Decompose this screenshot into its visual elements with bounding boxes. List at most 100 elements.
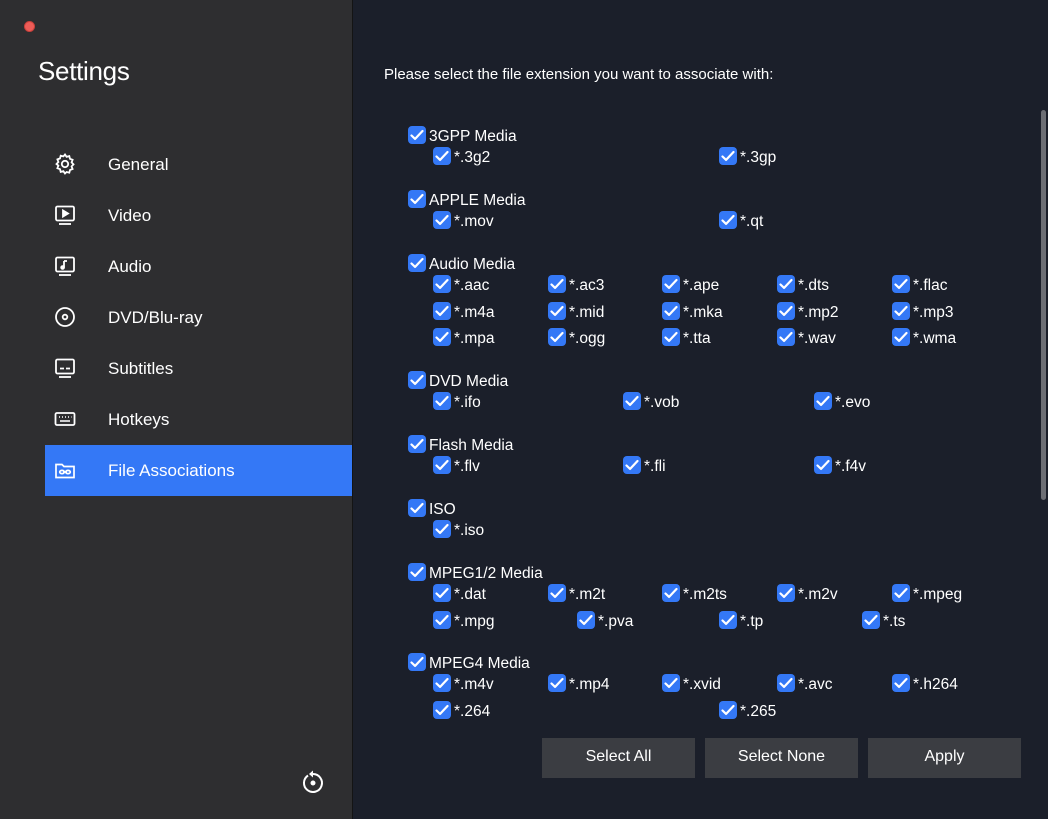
extension-label: *.mka bbox=[683, 303, 723, 321]
extension-label: *.m2ts bbox=[683, 586, 727, 603]
select-all-button[interactable]: Select All bbox=[542, 738, 695, 778]
extension-checkbox[interactable]: *.mov bbox=[433, 211, 494, 233]
extension-label: *.f4v bbox=[835, 458, 867, 475]
checkmark-icon bbox=[777, 328, 795, 347]
extension-checkbox[interactable]: *.avc bbox=[777, 674, 833, 696]
checkmark-icon bbox=[408, 126, 426, 145]
group-checkbox[interactable]: 3GPP Media bbox=[408, 126, 517, 148]
sidebar-item-label: DVD/Blu-ray bbox=[108, 308, 203, 327]
extension-label: *.mp3 bbox=[913, 303, 954, 321]
extension-checkbox[interactable]: *.264 bbox=[433, 700, 490, 723]
group-checkbox[interactable]: Audio Media bbox=[408, 254, 515, 276]
extension-checkbox[interactable]: *.m2ts bbox=[662, 584, 727, 606]
extension-label: *.dts bbox=[798, 277, 830, 294]
extension-checkbox[interactable]: *.mpa bbox=[433, 328, 495, 350]
checkmark-icon bbox=[433, 275, 451, 294]
extension-checkbox[interactable]: *.ogg bbox=[548, 328, 606, 350]
extension-checkbox[interactable]: *.ifo bbox=[433, 392, 481, 414]
extension-checkbox[interactable]: *.m2t bbox=[548, 584, 606, 606]
extension-label: *.m4v bbox=[454, 676, 494, 693]
extension-checkbox[interactable]: *.tta bbox=[662, 328, 711, 350]
extension-checkbox[interactable]: *.h264 bbox=[892, 674, 958, 696]
extension-checkbox[interactable]: *.mp2 bbox=[777, 301, 839, 324]
extension-checkbox[interactable]: *.dts bbox=[777, 275, 830, 297]
extension-label: *.vob bbox=[644, 394, 680, 411]
extension-label: *.fli bbox=[644, 458, 666, 475]
group-checkbox[interactable]: Flash Media bbox=[408, 435, 513, 457]
checkmark-icon bbox=[548, 584, 566, 603]
extension-checkbox[interactable]: *.tp bbox=[719, 610, 763, 633]
extension-checkbox[interactable]: *.dat bbox=[433, 584, 486, 606]
group-checkbox[interactable]: MPEG4 Media bbox=[408, 653, 530, 675]
extension-checkbox[interactable]: *.wav bbox=[777, 328, 836, 350]
extension-checkbox[interactable]: *.3gp bbox=[719, 147, 776, 169]
extension-label: *.aac bbox=[454, 277, 490, 294]
reset-button[interactable] bbox=[298, 768, 328, 798]
group-checkbox[interactable]: MPEG1/2 Media bbox=[408, 563, 543, 585]
sidebar-item-general[interactable]: General bbox=[45, 139, 352, 190]
extension-checkbox[interactable]: *.vob bbox=[623, 392, 680, 414]
sidebar-item-video[interactable]: Video bbox=[45, 190, 352, 241]
sidebar-item-hotkeys[interactable]: Hotkeys bbox=[45, 394, 352, 445]
extension-checkbox[interactable]: *.ape bbox=[662, 275, 719, 297]
extension-checkbox[interactable]: *.m4a bbox=[433, 301, 495, 324]
extension-checkbox[interactable]: *.evo bbox=[814, 392, 870, 414]
checkmark-icon bbox=[862, 610, 880, 629]
extension-label: *.wav bbox=[798, 330, 836, 347]
group-label: MPEG4 Media bbox=[429, 655, 530, 672]
extension-checkbox[interactable]: *.265 bbox=[719, 700, 776, 723]
extension-checkbox[interactable]: *.flac bbox=[892, 275, 948, 297]
extension-checkbox[interactable]: *.aac bbox=[433, 275, 490, 297]
select-none-button[interactable]: Select None bbox=[705, 738, 858, 778]
sidebar-title: Settings bbox=[38, 56, 130, 86]
sidebar-item-audio[interactable]: Audio bbox=[45, 241, 352, 292]
checkmark-icon bbox=[719, 211, 737, 230]
sidebar-item-label: Video bbox=[108, 206, 152, 225]
settings-window: Settings General Video Audio DVD/Blu-ray… bbox=[0, 0, 1048, 819]
extension-checkbox[interactable]: *.mka bbox=[662, 301, 723, 324]
extension-checkbox[interactable]: *.mid bbox=[548, 301, 604, 324]
checkmark-icon bbox=[433, 328, 451, 347]
apply-button[interactable]: Apply bbox=[868, 738, 1021, 778]
sidebar-item-subtitles[interactable]: Subtitles bbox=[45, 343, 352, 394]
extension-checkbox[interactable]: *.m2v bbox=[777, 584, 838, 606]
sidebar-item-file-associations[interactable]: File Associations bbox=[45, 445, 352, 496]
extension-label: *.mpeg bbox=[913, 586, 963, 603]
extension-checkbox[interactable]: *.ac3 bbox=[548, 275, 604, 297]
checkmark-icon bbox=[408, 563, 426, 582]
sidebar-item-label: General bbox=[108, 155, 169, 174]
extension-checkbox[interactable]: *.3g2 bbox=[433, 147, 490, 169]
extension-label: *.flac bbox=[913, 277, 948, 294]
extension-checkbox[interactable]: *.fli bbox=[623, 456, 666, 478]
extension-checkbox[interactable]: *.xvid bbox=[662, 674, 721, 696]
checkmark-icon bbox=[433, 674, 451, 693]
extension-label: *.tta bbox=[683, 330, 711, 347]
extension-checkbox[interactable]: *.qt bbox=[719, 211, 763, 233]
scrollbar[interactable] bbox=[1041, 110, 1046, 500]
extension-checkbox[interactable]: *.f4v bbox=[814, 456, 867, 478]
extension-checkbox[interactable]: *.mpeg bbox=[892, 584, 963, 606]
extension-checkbox[interactable]: *.wma bbox=[892, 328, 956, 350]
group-checkbox[interactable]: ISO bbox=[408, 499, 456, 521]
extension-label: *.m2t bbox=[569, 586, 606, 603]
checkmark-icon bbox=[408, 254, 426, 273]
group-checkbox[interactable]: APPLE Media bbox=[408, 190, 526, 212]
extension-checkbox[interactable]: *.mp3 bbox=[892, 301, 954, 324]
checkmark-icon bbox=[719, 610, 737, 629]
extension-label: *.avc bbox=[798, 676, 833, 693]
extension-checkbox[interactable]: *.flv bbox=[433, 456, 480, 478]
checkmark-icon bbox=[777, 275, 795, 294]
extension-checkbox[interactable]: *.mpg bbox=[433, 610, 495, 633]
extension-checkbox[interactable]: *.m4v bbox=[433, 674, 494, 696]
group-checkbox[interactable]: DVD Media bbox=[408, 371, 508, 393]
checkmark-icon bbox=[892, 275, 910, 294]
extension-checkbox[interactable]: *.pva bbox=[577, 610, 633, 633]
extension-checkbox[interactable]: *.ts bbox=[862, 610, 905, 633]
extension-checkbox[interactable]: *.mp4 bbox=[548, 674, 610, 696]
group-label: ISO bbox=[429, 501, 456, 518]
extension-checkbox[interactable]: *.iso bbox=[433, 520, 484, 542]
group-label: 3GPP Media bbox=[429, 128, 517, 145]
close-window-button[interactable] bbox=[24, 21, 35, 32]
extension-label: *.ogg bbox=[569, 330, 606, 347]
sidebar-item-dvd-bluray[interactable]: DVD/Blu-ray bbox=[45, 292, 352, 343]
